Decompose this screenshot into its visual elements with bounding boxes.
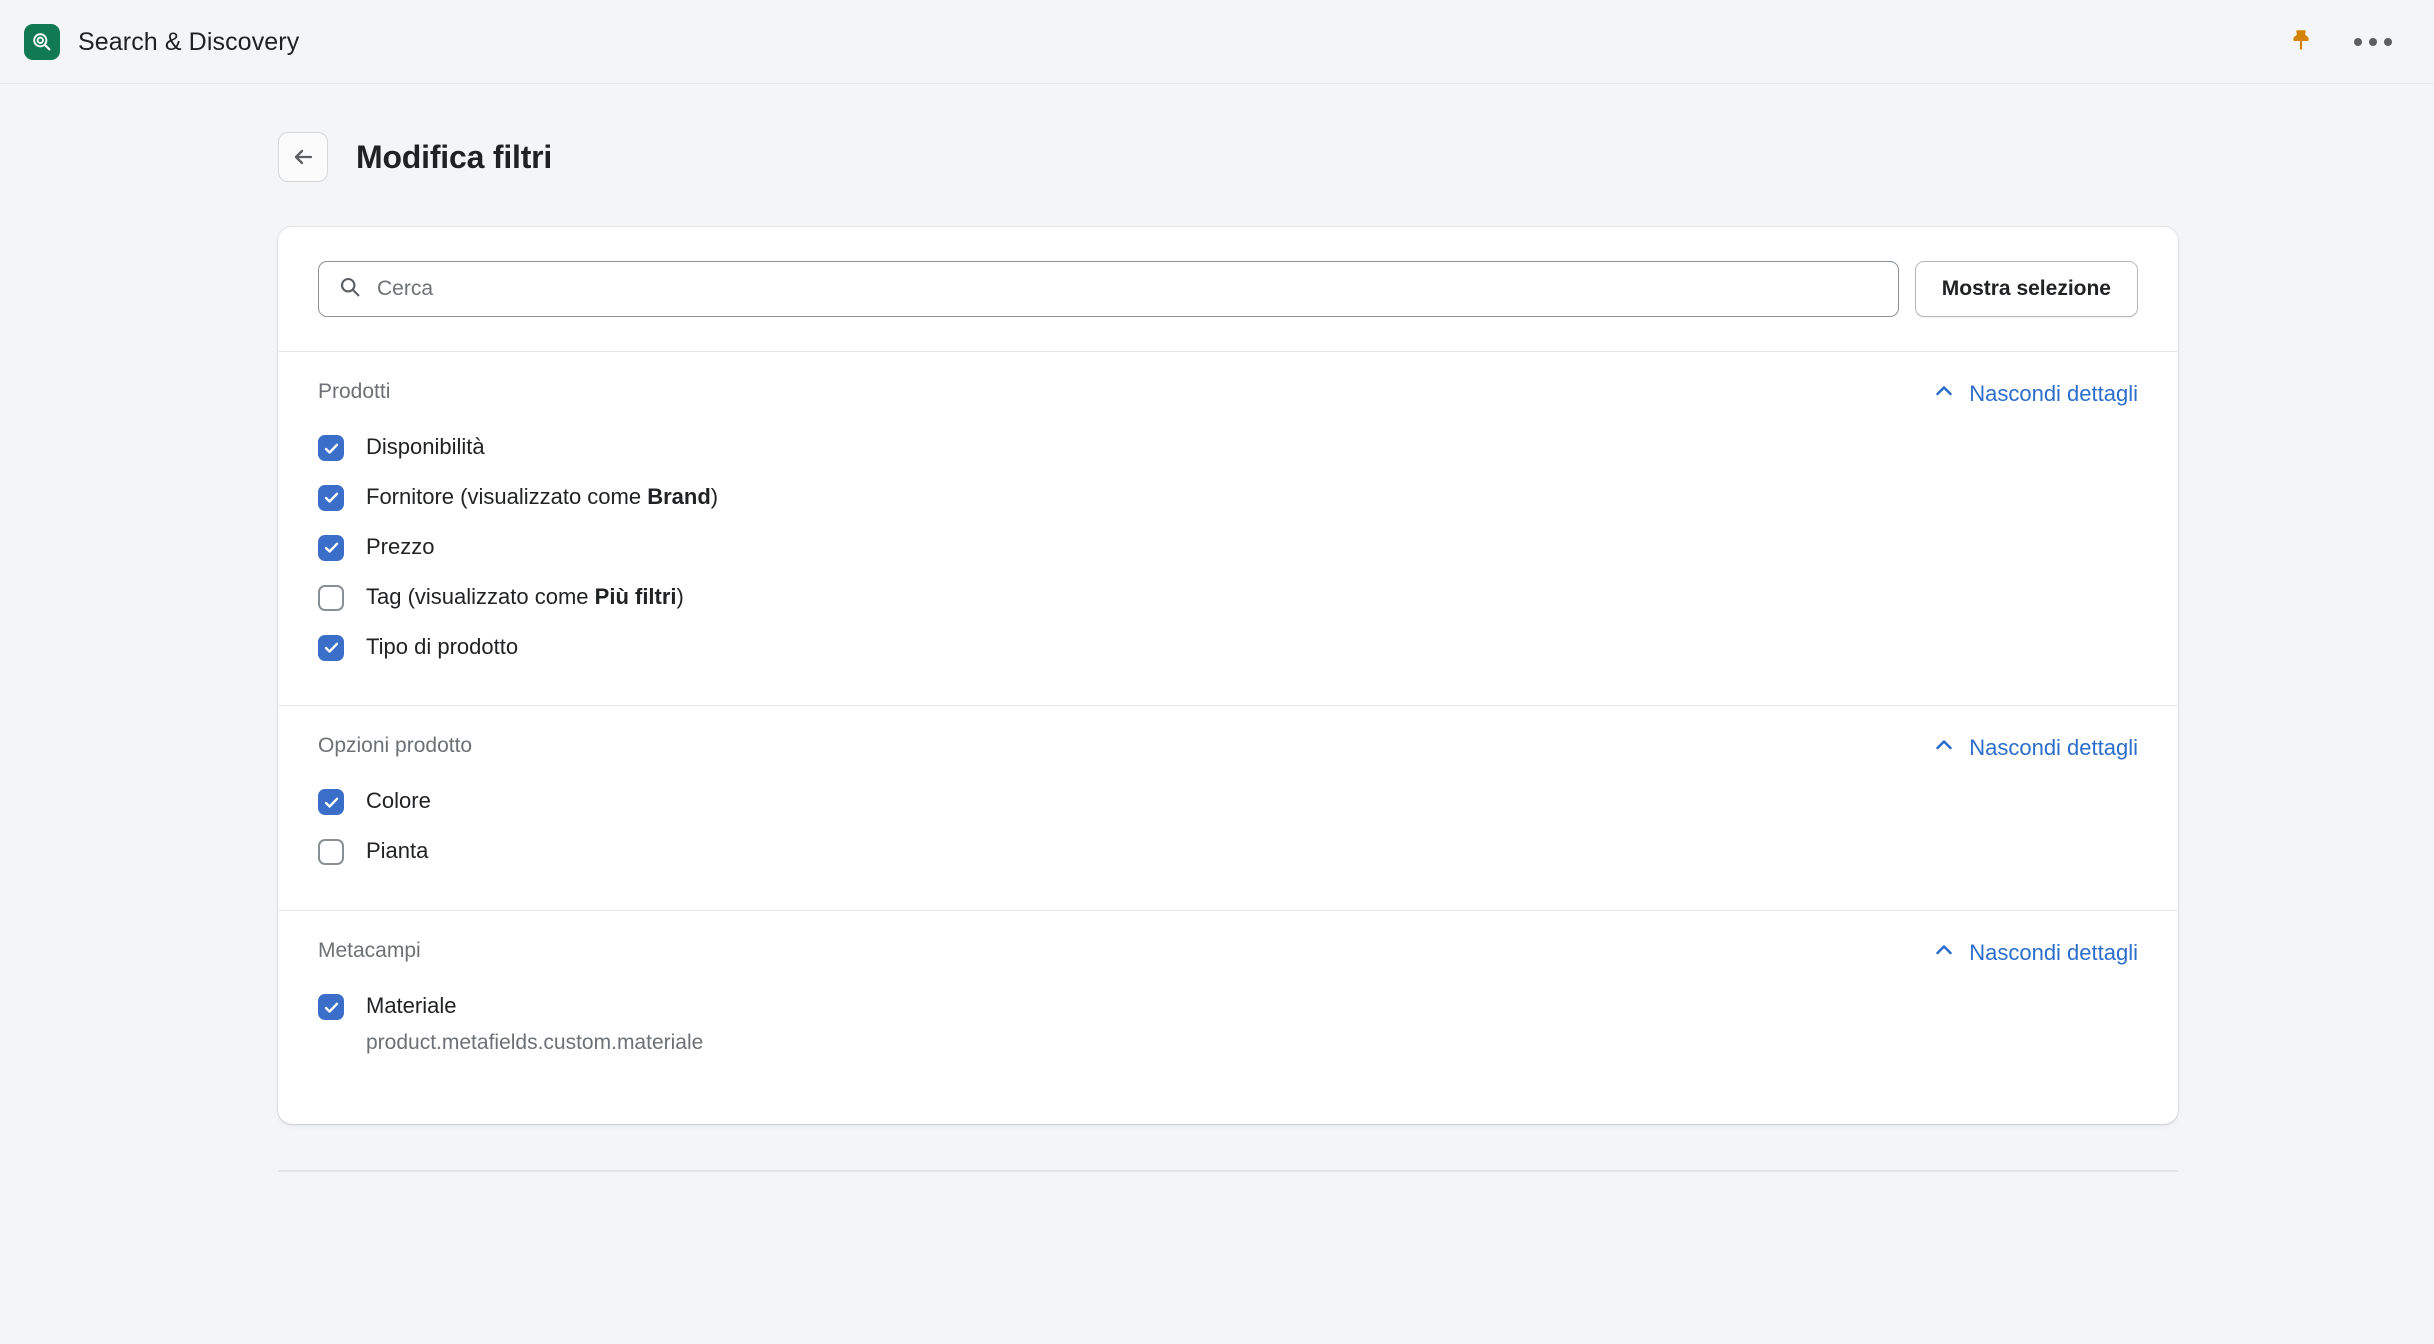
chevron-up-icon bbox=[1933, 939, 1955, 967]
metafield-key: product.metafields.custom.materiale bbox=[366, 1031, 704, 1055]
checkbox-checked-icon[interactable] bbox=[318, 994, 344, 1021]
toggle-details-button[interactable]: Nascondi dettagli bbox=[1933, 380, 2138, 408]
app-bar: Search & Discovery bbox=[0, 0, 2434, 84]
dot bbox=[2384, 38, 2392, 46]
filter-label: Pianta bbox=[366, 835, 428, 867]
dot bbox=[2369, 38, 2377, 46]
filters-card: Mostra selezione Prodotti Nascondi dettag… bbox=[278, 227, 2178, 1125]
toggle-details-button[interactable]: Nascondi dettagli bbox=[1933, 939, 2138, 967]
show-selection-button[interactable]: Mostra selezione bbox=[1914, 261, 2138, 317]
filter-label: Colore bbox=[366, 785, 431, 817]
toggle-details-label: Nascondi dettagli bbox=[1969, 381, 2138, 406]
filter-label: Disponibilità bbox=[366, 431, 485, 463]
search-icon bbox=[339, 276, 361, 303]
toggle-details-label: Nascondi dettagli bbox=[1969, 735, 2138, 761]
filter-section: Prodotti Nascondi dettagli Disponibilità Fo… bbox=[278, 352, 2178, 707]
back-button[interactable] bbox=[278, 132, 328, 182]
filter-label-suffix: ) bbox=[676, 583, 684, 609]
checkbox-checked-icon[interactable] bbox=[318, 435, 344, 461]
filter-checkbox-row[interactable]: Disponibilità bbox=[318, 422, 2138, 472]
checkbox-list: Disponibilità Fornitore (visualizzato com… bbox=[318, 422, 2138, 671]
app-bar-actions bbox=[2286, 25, 2396, 59]
checkbox-checked-icon[interactable] bbox=[318, 484, 344, 511]
page-body: Modifica filtri Mostra selezione Prodott… bbox=[0, 84, 2434, 1173]
filter-label-text: Colore bbox=[366, 788, 431, 814]
page-header: Modifica filtri bbox=[278, 132, 2434, 182]
filter-checkbox-row[interactable]: Materiale product.metafields.custom.mater… bbox=[318, 981, 2138, 1064]
section-header: Prodotti Nascondi dettagli bbox=[318, 380, 2138, 408]
filter-checkbox-row[interactable]: Prezzo bbox=[318, 522, 2138, 572]
filter-label: Tipo di prodotto bbox=[366, 631, 518, 663]
search-row: Mostra selezione bbox=[278, 227, 2178, 352]
section-title: Prodotti bbox=[318, 380, 391, 403]
toggle-details-label: Nascondi dettagli bbox=[1969, 940, 2138, 966]
section-title: Opzioni prodotto bbox=[318, 734, 473, 758]
checkbox-list: Colore Pianta bbox=[318, 776, 2138, 876]
filter-checkbox-row[interactable]: Fornitore (visualizzato come Brand) bbox=[318, 472, 2138, 522]
app-title: Search & Discovery bbox=[78, 27, 300, 56]
page-title: Modifica filtri bbox=[356, 138, 553, 175]
filter-label-emphasis: Più filtri bbox=[594, 583, 677, 609]
chevron-up-icon bbox=[1933, 734, 1955, 762]
filter-label-emphasis: Brand bbox=[647, 483, 711, 509]
filter-label-text: Prezzo bbox=[366, 533, 435, 559]
filter-label-text: Materiale bbox=[366, 993, 457, 1019]
more-dots bbox=[2354, 38, 2392, 46]
filter-label-text: Fornitore (visualizzato come bbox=[366, 483, 648, 509]
filter-label: Materiale product.metafields.custom.mater… bbox=[366, 990, 703, 1055]
more-horizontal-icon[interactable] bbox=[2350, 34, 2396, 50]
filter-checkbox-row[interactable]: Tipo di prodotto bbox=[318, 622, 2138, 672]
filter-section: Metacampi Nascondi dettagli Materiale produ… bbox=[278, 911, 2178, 1124]
filter-checkbox-row[interactable]: Colore bbox=[318, 776, 2138, 826]
dot bbox=[2354, 38, 2362, 46]
filter-label: Fornitore (visualizzato come Brand) bbox=[366, 481, 718, 513]
section-title: Metacampi bbox=[318, 939, 421, 963]
filter-label-text: Pianta bbox=[366, 838, 429, 864]
toggle-details-button[interactable]: Nascondi dettagli bbox=[1933, 734, 2138, 762]
search-input[interactable] bbox=[377, 277, 1878, 301]
search-field[interactable] bbox=[318, 261, 1899, 317]
checkbox-checked-icon[interactable] bbox=[318, 789, 344, 816]
filter-label-suffix: ) bbox=[710, 483, 719, 509]
filter-checkbox-row[interactable]: Tag (visualizzato come Più filtri) bbox=[318, 572, 2138, 622]
filter-label-text: Tipo di prodotto bbox=[366, 633, 519, 659]
filter-label: Prezzo bbox=[366, 531, 434, 563]
checkbox-list: Materiale product.metafields.custom.mater… bbox=[318, 981, 2138, 1064]
chevron-up-icon bbox=[1933, 380, 1955, 408]
checkbox-checked-icon[interactable] bbox=[318, 634, 344, 661]
sections-container: Prodotti Nascondi dettagli Disponibilità Fo… bbox=[278, 352, 2178, 1124]
page-bottom-divider bbox=[278, 1170, 2178, 1173]
checkbox-checked-icon[interactable] bbox=[318, 534, 344, 561]
filter-section: Opzioni prodotto Nascondi dettagli Colore P… bbox=[278, 706, 2178, 912]
checkbox-unchecked-icon[interactable] bbox=[318, 584, 344, 611]
pushpin-icon[interactable] bbox=[2286, 25, 2316, 59]
app-identity: Search & Discovery bbox=[24, 24, 299, 60]
search-app-icon bbox=[24, 24, 60, 60]
checkbox-unchecked-icon[interactable] bbox=[318, 839, 344, 866]
filter-label-text: Disponibilità bbox=[366, 434, 485, 459]
section-header: Metacampi Nascondi dettagli bbox=[318, 939, 2138, 967]
filter-label-text: Tag (visualizzato come bbox=[366, 583, 595, 609]
filter-checkbox-row[interactable]: Pianta bbox=[318, 826, 2138, 876]
filter-label: Tag (visualizzato come Più filtri) bbox=[366, 581, 684, 613]
section-header: Opzioni prodotto Nascondi dettagli bbox=[318, 734, 2138, 762]
